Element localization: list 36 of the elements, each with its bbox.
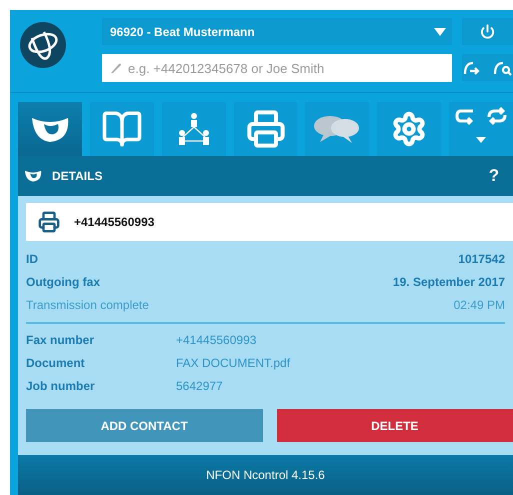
logo-icon <box>20 22 66 68</box>
toolbar-tab[interactable] <box>18 102 82 156</box>
summary-value: 19. September 2017 <box>392 274 505 288</box>
toolbar-tab[interactable] <box>90 102 154 156</box>
field-value: FAX DOCUMENT.pdf <box>176 356 290 370</box>
call-forward-icon[interactable] <box>462 60 482 76</box>
printer-icon <box>246 109 286 149</box>
field-value: 5642977 <box>176 378 223 392</box>
summary-value: 02:49 PM <box>454 298 505 312</box>
power-icon <box>480 24 495 39</box>
field-label: Job number <box>26 378 95 392</box>
version-text: NFON Ncontrol 4.15.6 <box>206 468 325 482</box>
fax-number: +41445560993 <box>74 215 154 229</box>
toolbar-tab[interactable] <box>162 102 226 156</box>
search-field[interactable]: e.g. +442012345678 or Joe Smith <box>102 54 452 82</box>
field-label: Document <box>26 356 85 370</box>
field-value: +41445560993 <box>176 332 256 346</box>
chat-bubbles-icon <box>314 114 360 144</box>
summary-label: ID <box>26 252 38 266</box>
summary-label: Outgoing fax <box>26 274 100 288</box>
summary-label: Transmission complete <box>26 298 149 312</box>
account-dropdown[interactable]: 96920 - Beat Mustermann <box>102 18 452 45</box>
call-search-icon[interactable] <box>492 60 512 76</box>
summary-value: 1017542 <box>458 252 505 266</box>
caret-icon <box>434 28 446 36</box>
delete-button[interactable]: DELETE <box>276 409 513 442</box>
field-label: Fax number <box>26 332 94 346</box>
fax-icon <box>38 211 60 233</box>
details-title: DETAILS <box>52 169 102 183</box>
power-button[interactable] <box>462 18 513 45</box>
toolbar-tab[interactable] <box>234 102 298 156</box>
toolbar-tab[interactable] <box>449 102 513 156</box>
gears-icon <box>391 111 428 147</box>
horn-icon <box>24 169 42 183</box>
add-contact-button[interactable]: ADD CONTACT <box>26 409 262 442</box>
toolbar-tab[interactable] <box>377 102 442 156</box>
